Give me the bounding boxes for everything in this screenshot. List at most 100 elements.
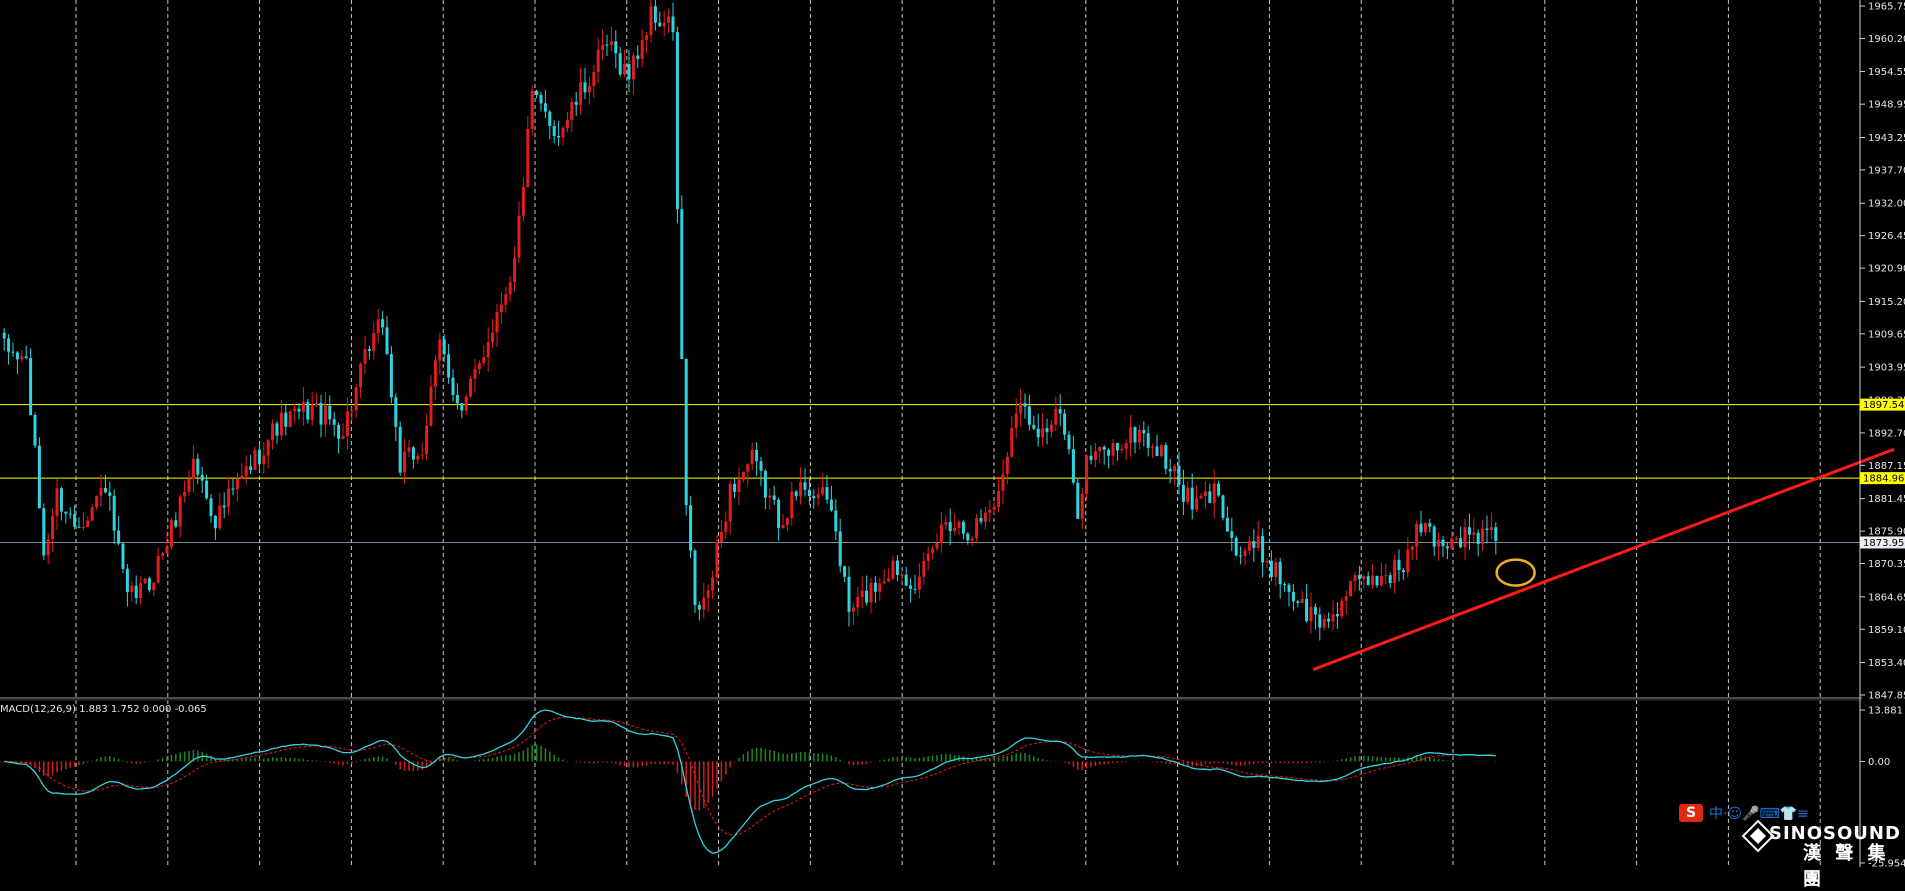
candle-body [1432,526,1436,547]
candle-body [1401,570,1405,573]
candle-body [178,496,182,527]
candle-body [460,403,464,411]
candle-body [939,524,943,543]
candle-body [1406,549,1410,573]
candle-body [103,487,107,493]
candle-body [697,604,701,610]
candle-body [381,319,385,328]
candle-body [275,423,279,436]
price-tick-label: 1847.85 [1868,691,1905,702]
candle-body [521,186,525,216]
candle-body [77,526,81,528]
candle-body [689,505,693,551]
price-tick-label: 1892.70 [1868,428,1905,439]
candle-body [583,82,587,93]
candle-body [860,590,864,597]
candle-body [1177,465,1181,485]
candle-body [1203,491,1207,496]
candle-body [530,90,534,129]
candle-body [1124,443,1128,449]
candle-body [1472,532,1476,535]
candle-body [249,466,253,470]
candle-body [196,458,200,475]
candle-body [1371,575,1375,585]
candle-body [1010,428,1014,457]
candle-body [169,520,173,547]
candle-body [517,215,521,258]
price-levels[interactable] [0,404,1860,543]
price-axis[interactable]: 1965.75 1960.20 1954.55 1948.95 1943.25 1937.… [1860,2,1905,702]
candle-body [552,125,556,136]
candle-body [46,539,50,556]
candle-body [367,349,371,351]
candle-body [988,509,992,513]
candle-body [81,526,85,528]
candle-body [112,495,116,531]
candle-body [455,395,459,404]
chart-annotations[interactable] [1312,447,1895,671]
candle-body [416,455,420,460]
circle-marker[interactable] [1495,558,1536,587]
candle-body [931,548,935,554]
candle-body [1353,575,1357,582]
candle-body [966,533,970,541]
candle-body [227,488,231,508]
candle-body [1357,575,1361,580]
candle-body [1454,538,1458,540]
candle-body [332,419,336,425]
candle-body [1318,614,1322,628]
candle-body [174,520,178,527]
candle-body [51,515,55,540]
bid-price-label: 1873.95 [1863,538,1904,549]
candle-body [649,6,653,36]
macd-tick-label: 13.881 [1868,706,1903,717]
candle-body [1239,555,1243,557]
candle-body [895,560,899,575]
candle-body [64,511,68,514]
candle-body [913,588,917,590]
price-tick-label: 1965.75 [1868,2,1905,13]
candle-body [1291,591,1295,602]
candle-body [623,64,627,75]
candle-body [1322,618,1326,628]
candle-body [1190,487,1194,510]
candle-body [706,590,710,598]
candle-body [975,518,979,539]
candle-body [926,553,930,561]
candle-body [917,576,921,590]
candle-body [1437,539,1441,547]
candle-body [1111,443,1115,456]
candle-body [755,449,759,462]
candle-body [187,478,191,492]
candle-body [284,412,288,427]
candle-body [790,491,794,519]
trendline[interactable] [1312,447,1895,671]
price-tick-label: 1937.70 [1868,165,1905,176]
price-tick-label: 1954.55 [1868,67,1905,78]
candle-body [821,487,825,495]
candle-body [385,327,389,355]
candle-body [702,597,706,610]
candle-body [1155,446,1159,456]
candle-body [1252,541,1256,548]
candle-body [1340,600,1344,617]
chart-canvas[interactable]: 1965.75 1960.20 1954.55 1948.95 1943.25 1937.… [0,0,1905,867]
candle-body [1027,406,1031,425]
candle-body [68,513,72,515]
candle-body [213,515,217,529]
candle-body [983,512,987,522]
candle-body [1142,429,1146,434]
candle-body [55,488,59,516]
candle-body [768,495,772,498]
candle-body [1243,550,1247,557]
candle-body [1331,614,1335,622]
candle-body [1423,523,1427,533]
candle-body [574,101,578,105]
candle-body [315,402,319,406]
candle-body [350,410,354,412]
macd-indicator-label[interactable]: MACD(12,26,9) 1.883 1.752 0.000 -0.065 [0,704,207,715]
candle-body [266,440,270,456]
candle-body [1463,527,1467,548]
candle-body [372,333,376,351]
candle-body [1445,546,1449,549]
